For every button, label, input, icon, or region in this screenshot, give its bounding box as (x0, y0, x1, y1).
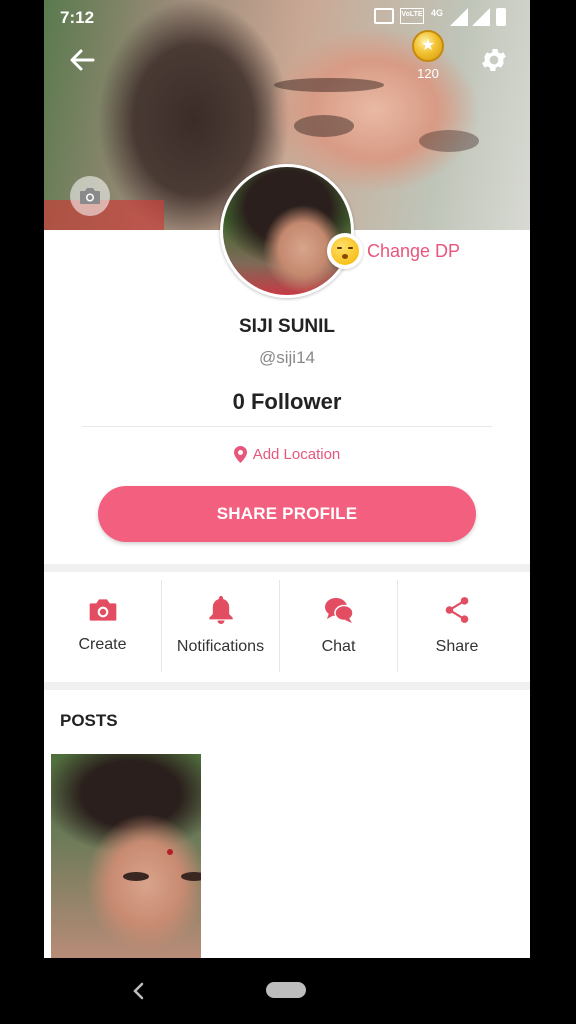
chevron-left-icon (133, 982, 144, 1000)
signal-icon (472, 8, 490, 26)
chat-button[interactable]: Chat (280, 580, 398, 672)
location-pin-icon (233, 446, 247, 463)
notifications-label: Notifications (176, 638, 265, 655)
status-time: 7:12 (60, 8, 95, 27)
status-bar: 7:12 VoLTE 4G (44, 0, 530, 34)
back-button[interactable] (62, 40, 102, 80)
add-location-link[interactable]: Add Location (44, 446, 530, 463)
follower-count[interactable]: 0 Follower (44, 389, 530, 415)
chat-bubbles-icon (324, 598, 354, 623)
network-type-label: 4G (431, 8, 444, 18)
share-button[interactable]: Share (398, 580, 516, 672)
posts-heading: POSTS (60, 711, 118, 730)
share-profile-button[interactable]: SHARE PROFILE (98, 486, 476, 542)
profile-name: SIJI SUNIL (238, 316, 336, 337)
add-location-label: Add Location (252, 446, 341, 463)
signal-icon (450, 8, 468, 26)
bell-icon (208, 596, 233, 624)
coin-icon: ★ (412, 30, 444, 62)
chat-label: Chat (321, 638, 356, 655)
camera-icon (89, 599, 116, 621)
system-home-button[interactable] (266, 982, 306, 998)
change-dp-button[interactable]: Change DP (327, 232, 460, 270)
camera-icon (80, 188, 100, 204)
settings-button[interactable] (474, 40, 514, 80)
create-button[interactable]: Create (44, 580, 162, 672)
volte-icon: VoLTE (400, 8, 424, 24)
notifications-button[interactable]: Notifications (162, 580, 280, 672)
change-dp-label: Change DP (367, 240, 461, 261)
gear-icon (482, 49, 506, 71)
arrow-left-icon (70, 49, 95, 71)
kissing-face-icon (327, 233, 363, 269)
create-label: Create (78, 636, 127, 653)
section-divider (44, 682, 530, 690)
profile-handle: @siji14 (259, 348, 315, 367)
system-back-button[interactable] (126, 976, 150, 1006)
change-cover-button[interactable] (70, 176, 110, 216)
avatar[interactable] (220, 164, 354, 298)
battery-icon (496, 8, 506, 26)
profile-screen: 7:12 VoLTE 4G ★ 120 Change DP SIJI SUNIL… (44, 0, 530, 958)
divider (82, 426, 492, 427)
post-thumbnail[interactable] (51, 754, 201, 958)
share-icon (445, 597, 469, 623)
action-bar: Create Notifications Chat Share (44, 580, 530, 672)
share-label: Share (435, 638, 479, 655)
coin-balance[interactable]: ★ 120 (408, 30, 448, 81)
cast-icon (374, 8, 394, 24)
section-divider (44, 564, 530, 572)
coin-count: 120 (417, 66, 439, 81)
